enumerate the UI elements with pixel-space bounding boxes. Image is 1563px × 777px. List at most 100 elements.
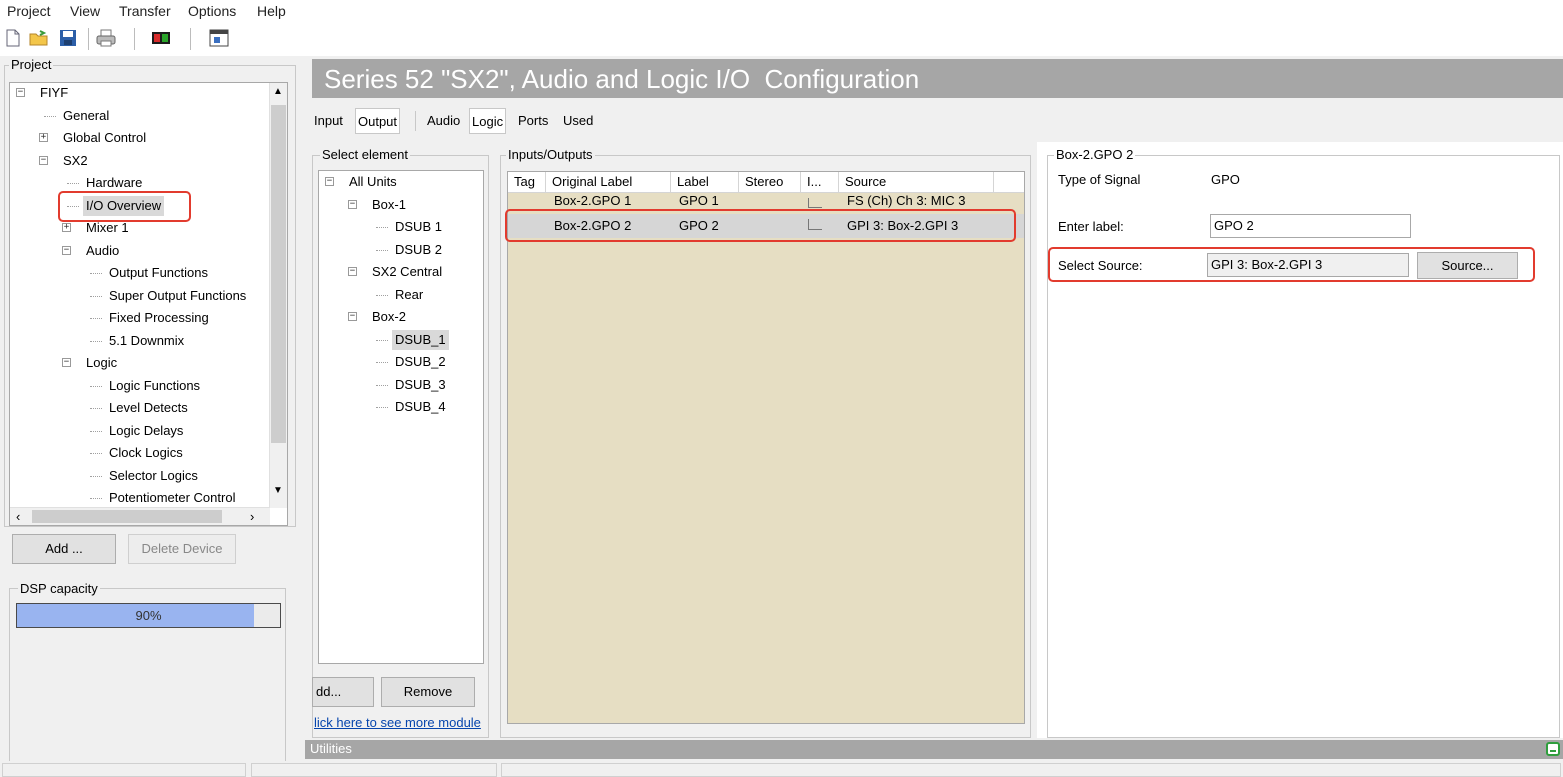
tree-item[interactable]: Clock Logics bbox=[109, 443, 183, 463]
collapse-icon[interactable]: − bbox=[325, 177, 334, 186]
menu-view[interactable]: View bbox=[70, 3, 100, 19]
tree-item[interactable]: Logic Functions bbox=[109, 376, 200, 396]
add-module-button[interactable]: dd... bbox=[312, 677, 374, 707]
print-icon[interactable] bbox=[96, 28, 116, 48]
tree-item[interactable]: SX2 Central bbox=[372, 262, 442, 282]
col-original-label[interactable]: Original Label bbox=[546, 172, 671, 192]
label-input[interactable]: GPO 2 bbox=[1210, 214, 1411, 238]
io-grid-header: Tag Original Label Label Stereo I... Sou… bbox=[508, 172, 1024, 193]
tree-connector bbox=[90, 498, 102, 499]
open-folder-icon[interactable] bbox=[29, 28, 49, 48]
tree-item[interactable]: DSUB_4 bbox=[395, 397, 446, 417]
table-row[interactable]: Box-2.GPO 1 GPO 1 FS (Ch) Ch 3: MIC 3 bbox=[508, 194, 1024, 210]
tree-connector bbox=[376, 227, 388, 228]
window-icon[interactable] bbox=[209, 28, 229, 48]
expand-icon[interactable]: + bbox=[39, 133, 48, 142]
tree-item[interactable]: DSUB 1 bbox=[395, 217, 442, 237]
col-label[interactable]: Label bbox=[671, 172, 739, 192]
project-tree-hscrollbar[interactable]: ‹ › bbox=[10, 507, 270, 525]
dsp-progress-bar: 90% bbox=[16, 603, 281, 628]
scroll-up-icon[interactable]: ▲ bbox=[273, 86, 283, 97]
new-file-icon[interactable] bbox=[3, 28, 23, 48]
tree-connector bbox=[90, 385, 102, 387]
menu-transfer[interactable]: Transfer bbox=[119, 3, 171, 19]
utilities-bar[interactable]: Utilities bbox=[305, 740, 1563, 759]
tab-used[interactable]: Used bbox=[561, 108, 595, 134]
tree-item[interactable]: Rear bbox=[395, 285, 423, 305]
highlight-select-source bbox=[1048, 247, 1535, 282]
tree-item[interactable]: DSUB_2 bbox=[395, 352, 446, 372]
tab-input[interactable]: Input bbox=[312, 108, 345, 134]
tree-item[interactable]: Potentiometer Control bbox=[109, 488, 235, 508]
tree-item[interactable]: DSUB 2 bbox=[395, 240, 442, 260]
tree-connector bbox=[90, 318, 102, 319]
tree-item[interactable]: Super Output Functions bbox=[109, 286, 246, 306]
tree-item[interactable]: SX2 bbox=[63, 151, 88, 171]
select-element-tree[interactable]: − All Units − Box-1 DSUB 1 DSUB 2 − SX2 Central… bbox=[318, 170, 484, 664]
collapse-icon[interactable]: − bbox=[348, 199, 357, 209]
menu-help[interactable]: Help bbox=[257, 3, 286, 19]
expand-icon[interactable]: + bbox=[62, 223, 71, 232]
tree-connector bbox=[44, 115, 56, 117]
collapse-icon[interactable]: − bbox=[348, 312, 357, 321]
tree-item[interactable]: Logic Delays bbox=[109, 421, 183, 441]
tree-item[interactable]: Selector Logics bbox=[109, 466, 198, 486]
col-source[interactable]: Source bbox=[839, 172, 994, 192]
col-stereo[interactable]: Stereo bbox=[739, 172, 801, 192]
collapse-icon[interactable]: − bbox=[348, 267, 357, 276]
scroll-thumb[interactable] bbox=[271, 105, 286, 443]
tree-connector bbox=[90, 340, 102, 342]
scroll-down-icon[interactable]: ▼ bbox=[273, 485, 283, 496]
collapse-icon[interactable]: − bbox=[39, 155, 48, 165]
collapse-icon[interactable]: − bbox=[62, 245, 71, 255]
tree-item[interactable]: Audio bbox=[86, 241, 119, 261]
detail-title: Box-2.GPO 2 bbox=[1054, 147, 1136, 162]
collapse-icon[interactable]: − bbox=[62, 358, 71, 367]
remove-module-button[interactable]: Remove bbox=[381, 677, 475, 707]
utilities-label: Utilities bbox=[310, 741, 352, 756]
tab-output[interactable]: Output bbox=[355, 108, 401, 134]
tree-item[interactable]: Box-2 bbox=[372, 307, 406, 327]
tree-item[interactable]: Fixed Processing bbox=[109, 308, 209, 328]
tree-connector bbox=[376, 294, 388, 296]
scroll-left-icon[interactable]: ‹ bbox=[16, 509, 20, 524]
project-tree[interactable]: ▲ ▼ ‹ › − FIYF General + Global Control − SX2 H… bbox=[9, 82, 288, 526]
tab-ports[interactable]: Ports bbox=[516, 108, 550, 134]
tab-logic[interactable]: Logic bbox=[469, 108, 507, 134]
dsp-title: DSP capacity bbox=[18, 581, 100, 596]
device-icon[interactable] bbox=[151, 28, 171, 48]
menu-project[interactable]: Project bbox=[7, 3, 51, 19]
add-device-button[interactable]: Add ... bbox=[12, 534, 116, 564]
save-icon[interactable] bbox=[58, 28, 78, 48]
hscroll-thumb[interactable] bbox=[32, 510, 222, 523]
scroll-right-icon[interactable]: › bbox=[250, 509, 254, 524]
tree-item[interactable]: All Units bbox=[349, 172, 397, 192]
collapse-icon[interactable]: − bbox=[16, 88, 25, 97]
tree-item[interactable]: Box-1 bbox=[372, 195, 406, 215]
utilities-expand-icon[interactable] bbox=[1546, 742, 1560, 756]
tree-item[interactable]: Logic bbox=[86, 353, 117, 373]
tree-item[interactable]: DSUB_3 bbox=[395, 375, 446, 395]
tree-item[interactable]: FIYF bbox=[40, 83, 68, 103]
tree-item[interactable]: Output Functions bbox=[109, 263, 208, 283]
tab-bar: Input Output Audio Logic Ports Used bbox=[312, 108, 712, 136]
col-i[interactable]: I... bbox=[801, 172, 839, 192]
project-group-title: Project bbox=[9, 57, 54, 72]
page-title-bar: Series 52 "SX2", Audio and Logic I/O Con… bbox=[312, 59, 1563, 98]
col-tag[interactable]: Tag bbox=[508, 172, 546, 192]
more-modules-link[interactable]: lick here to see more module bbox=[314, 715, 486, 731]
menu-options[interactable]: Options bbox=[188, 3, 236, 19]
tab-audio[interactable]: Audio bbox=[425, 108, 462, 134]
tree-item[interactable]: Global Control bbox=[63, 128, 146, 148]
status-bar bbox=[0, 761, 1563, 777]
tree-connector bbox=[376, 249, 388, 251]
tree-connector bbox=[67, 183, 79, 184]
tree-item[interactable]: Hardware bbox=[86, 173, 142, 193]
tree-item[interactable]: DSUB_1 bbox=[392, 329, 449, 350]
delete-device-button[interactable]: Delete Device bbox=[128, 534, 236, 564]
tree-item[interactable]: Level Detects bbox=[109, 398, 188, 418]
enter-label-label: Enter label: bbox=[1058, 219, 1124, 234]
tree-item[interactable]: General bbox=[63, 106, 109, 126]
tree-item[interactable]: 5.1 Downmix bbox=[109, 331, 184, 351]
project-tree-vscrollbar[interactable]: ▲ ▼ bbox=[269, 83, 287, 508]
